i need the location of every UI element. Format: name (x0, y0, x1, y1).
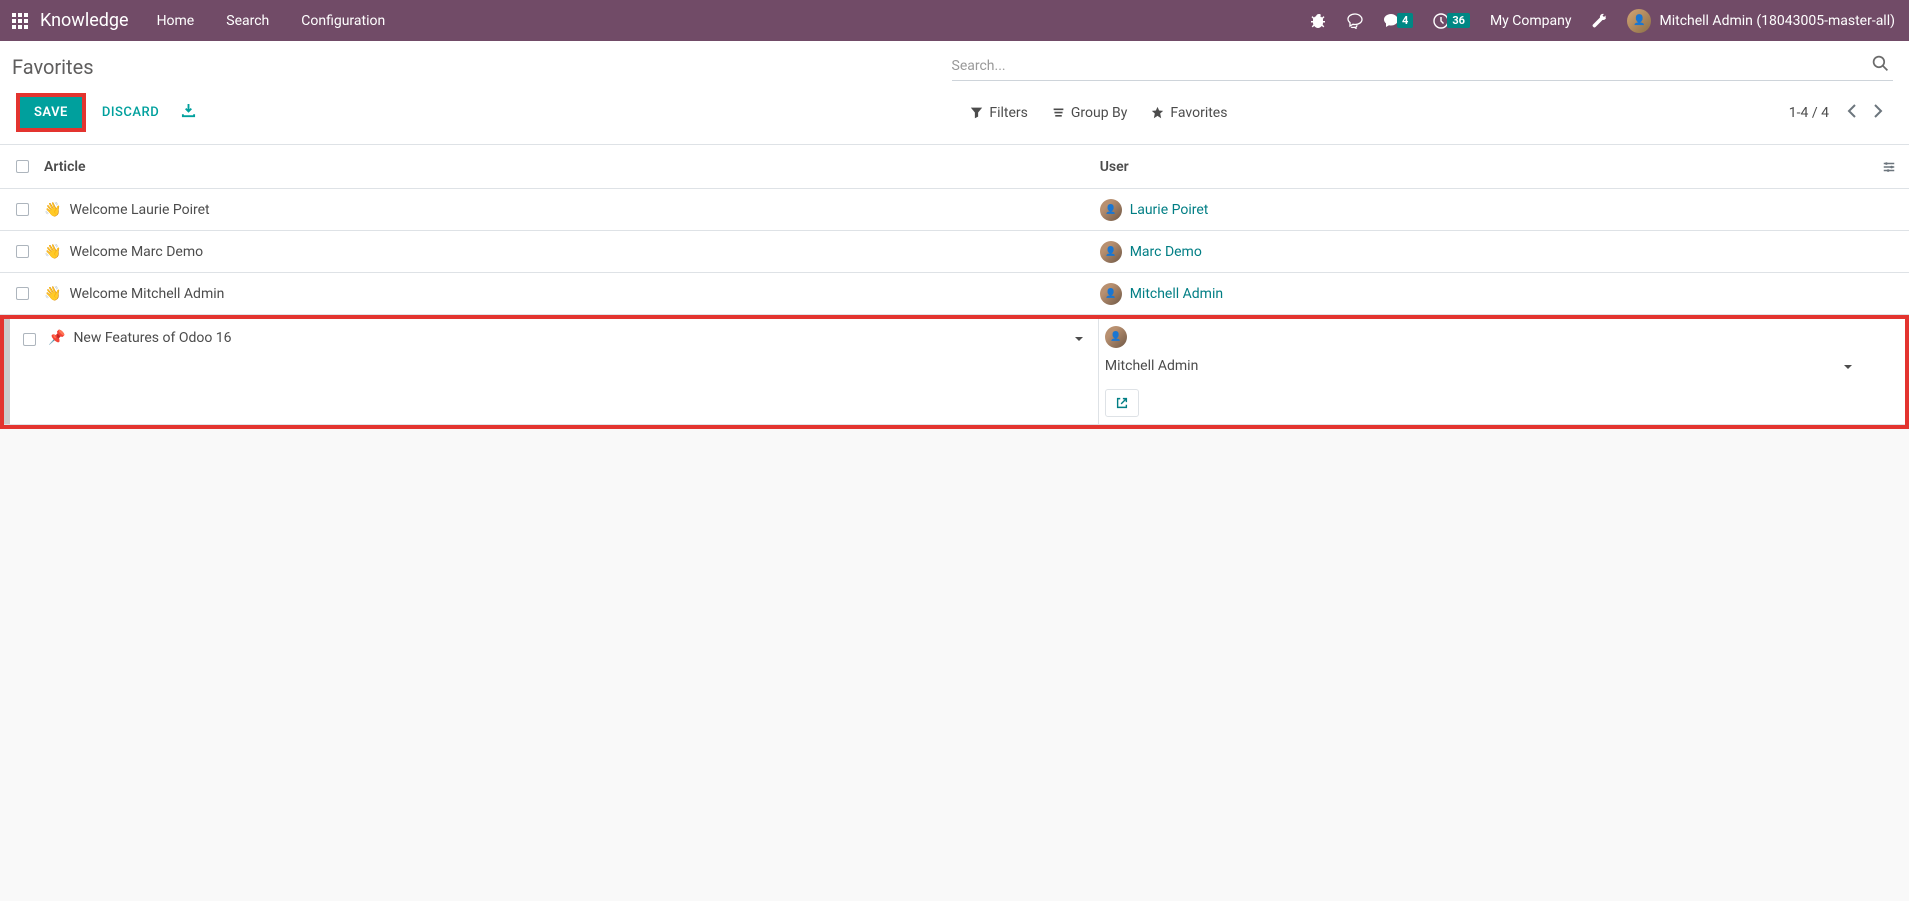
user-avatar-icon: 👤 (1100, 241, 1122, 263)
user-link[interactable]: Laurie Poiret (1130, 202, 1209, 218)
edit-row: 📌 👤 (4, 319, 1905, 425)
groupby-button[interactable]: Group By (1052, 105, 1128, 121)
messages-icon[interactable]: 4 (1383, 13, 1413, 29)
chevron-down-icon[interactable] (1074, 329, 1090, 348)
nav-menu: Home Search Configuration (157, 13, 386, 29)
user-avatar-icon: 👤 (1627, 9, 1651, 33)
wave-icon: 👋 (44, 286, 61, 302)
nav-configuration[interactable]: Configuration (301, 13, 385, 29)
wave-icon: 👋 (44, 202, 61, 218)
pager-next-icon[interactable] (1867, 103, 1887, 123)
pager-text[interactable]: 1-4 / 4 (1789, 105, 1829, 121)
user-avatar-icon: 👤 (1100, 199, 1122, 221)
bug-icon[interactable] (1311, 13, 1327, 29)
user-link[interactable]: Marc Demo (1130, 244, 1202, 260)
highlight-save: SAVE (16, 93, 86, 132)
highlight-edit-row: 📌 👤 (0, 315, 1909, 429)
activity-badge: 36 (1447, 13, 1470, 28)
column-user[interactable]: User (1100, 159, 1869, 175)
company-name[interactable]: My Company (1490, 13, 1572, 29)
table-row[interactable]: 👋 Welcome Mitchell Admin 👤 Mitchell Admi… (0, 273, 1909, 315)
favorites-label: Favorites (1170, 105, 1227, 121)
discard-button[interactable]: DISCARD (96, 97, 165, 128)
search-icon[interactable] (1868, 55, 1893, 76)
nav-right: 4 36 My Company 👤 Mitchell Admin (180430… (1311, 9, 1909, 33)
breadcrumb: Favorites (10, 51, 94, 79)
column-article[interactable]: Article (44, 159, 1100, 175)
app-title[interactable]: Knowledge (40, 10, 157, 31)
save-button[interactable]: SAVE (20, 97, 82, 128)
chevron-down-icon[interactable] (1843, 357, 1859, 376)
user-input[interactable] (1105, 356, 1843, 376)
row-checkbox[interactable] (16, 287, 29, 300)
user-avatar-icon: 👤 (1105, 326, 1127, 348)
user-avatar-icon: 👤 (1100, 283, 1122, 305)
favorites-button[interactable]: Favorites (1151, 105, 1227, 121)
row-checkbox[interactable] (23, 333, 36, 346)
groupby-label: Group By (1071, 105, 1128, 121)
control-panel: Favorites SAVE DISCARD Filters (0, 41, 1909, 145)
pager-prev-icon[interactable] (1843, 103, 1863, 123)
nav-home[interactable]: Home (157, 13, 195, 29)
activity-icon[interactable]: 36 (1433, 13, 1470, 29)
row-checkbox[interactable] (16, 245, 29, 258)
article-input[interactable] (73, 326, 1065, 350)
apps-menu-icon[interactable] (0, 13, 40, 29)
filters-label: Filters (989, 105, 1028, 121)
user-name-label: Mitchell Admin (18043005-master-all) (1659, 13, 1895, 29)
table-row[interactable]: 👋 Welcome Marc Demo 👤 Marc Demo (0, 231, 1909, 273)
phone-icon[interactable] (1347, 13, 1363, 29)
messages-badge: 4 (1397, 13, 1413, 28)
wave-icon: 👋 (44, 244, 61, 260)
user-menu[interactable]: 👤 Mitchell Admin (18043005-master-all) (1627, 9, 1895, 33)
table-header: Article User (0, 145, 1909, 189)
pin-icon: 📌 (48, 330, 65, 346)
top-nav: Knowledge Home Search Configuration 4 36… (0, 0, 1909, 41)
article-title: Welcome Laurie Poiret (69, 202, 209, 218)
user-link[interactable]: Mitchell Admin (1130, 286, 1223, 302)
external-link-button[interactable] (1105, 389, 1139, 417)
column-settings-icon[interactable] (1869, 160, 1909, 174)
article-title: Welcome Mitchell Admin (69, 286, 224, 302)
search-area (952, 51, 1894, 81)
filters-button[interactable]: Filters (970, 105, 1028, 121)
row-checkbox[interactable] (16, 203, 29, 216)
download-icon[interactable] (175, 103, 202, 122)
search-input[interactable] (952, 58, 1869, 74)
select-all-checkbox[interactable] (16, 160, 29, 173)
nav-search[interactable]: Search (226, 13, 269, 29)
table-row[interactable]: 👋 Welcome Laurie Poiret 👤 Laurie Poiret (0, 189, 1909, 231)
tools-icon[interactable] (1591, 13, 1607, 29)
article-title: Welcome Marc Demo (69, 244, 203, 260)
data-table: Article User 👋 Welcome Laurie Poiret 👤 L… (0, 145, 1909, 429)
